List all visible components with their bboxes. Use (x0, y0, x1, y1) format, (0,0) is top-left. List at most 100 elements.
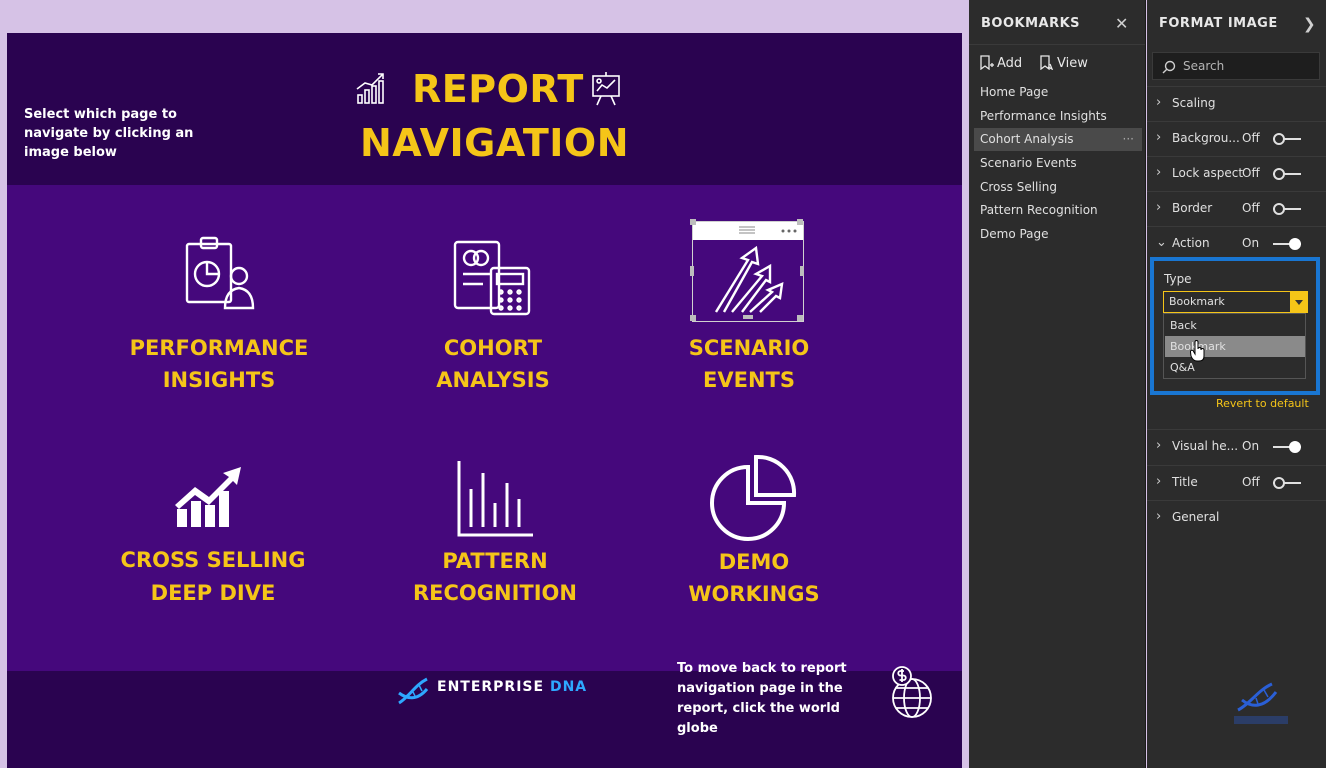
instruction-text: Select which page to navigate by clickin… (24, 107, 194, 160)
nav-tile-label-line1: COHORT (443, 336, 543, 360)
section-label: Border (1172, 201, 1213, 215)
nav-tile-label-line1: PATTERN (442, 549, 548, 573)
nav-tile-label-line1: DEMO (718, 550, 790, 574)
more-options-icon[interactable]: ··· (1123, 128, 1134, 151)
resize-handle[interactable] (690, 315, 696, 321)
resize-handle[interactable] (690, 266, 694, 276)
close-icon[interactable]: ✕ (1115, 14, 1128, 33)
section-label: Action (1172, 236, 1210, 250)
selected-visual-frame[interactable] (690, 219, 804, 322)
brand-main: ENTERPRISE (437, 679, 550, 695)
chevron-right-icon: › (1156, 95, 1162, 110)
section-scaling[interactable]: › Scaling (1147, 86, 1326, 120)
section-visual-header[interactable]: › Visual he... On (1147, 429, 1326, 463)
section-lock-aspect[interactable]: › Lock aspect Off (1147, 156, 1326, 190)
visual-header-toggle[interactable] (1273, 441, 1301, 453)
type-dropdown-list: Back Bookmark Q&A (1163, 313, 1306, 379)
bookmark-item-demo-page[interactable]: Demo Page (974, 223, 1142, 246)
chevron-right-icon: › (1156, 438, 1162, 453)
nav-tile-cohort-analysis[interactable]: COHORT ANALYSIS (373, 228, 613, 428)
section-label: Backgrou... (1172, 131, 1240, 145)
section-background[interactable]: › Backgrou... Off (1147, 121, 1326, 155)
title-toggle[interactable] (1273, 477, 1301, 489)
section-title[interactable]: › Title Off (1147, 465, 1326, 499)
add-bookmark-button[interactable]: Add (979, 55, 1022, 71)
subscribe-logo-icon (1234, 682, 1288, 724)
section-border[interactable]: › Border Off (1147, 191, 1326, 225)
section-label: Scaling (1172, 96, 1216, 110)
bookmark-item-scenario-events[interactable]: Scenario Events (974, 152, 1142, 175)
section-action[interactable]: ⌄ Action On (1147, 226, 1326, 260)
view-label: View (1057, 56, 1088, 71)
report-title-line1: REPORT (412, 67, 584, 111)
nav-tile-label-line2: WORKINGS (688, 582, 820, 606)
chevron-down-icon[interactable] (1290, 291, 1308, 313)
brand-accent: DNA (549, 679, 588, 695)
footer-instruction: To move back to report navigation page i… (677, 661, 847, 736)
option-back[interactable]: Back (1165, 315, 1305, 336)
nav-tile-label-line1: PERFORMANCE (129, 336, 309, 360)
dna-logo-icon (398, 677, 429, 705)
bookmarks-panel: BOOKMARKS ✕ Add View Home Page Performan… (969, 0, 1146, 768)
section-label: Lock aspect (1172, 166, 1244, 180)
chevron-right-icon: › (1156, 474, 1162, 489)
chevron-down-icon: ⌄ (1156, 235, 1167, 250)
bar-chart-icon (457, 461, 533, 537)
view-bookmark-button[interactable]: View (1039, 55, 1088, 71)
hand-cursor-icon (1190, 340, 1205, 362)
section-general[interactable]: › General (1147, 500, 1326, 534)
bookmark-item-cross-selling[interactable]: Cross Selling (974, 176, 1142, 199)
chevron-right-icon: › (1156, 509, 1162, 524)
bookmarks-title: BOOKMARKS (981, 16, 1081, 31)
resize-handle[interactable] (800, 266, 804, 276)
nav-tile-label-line2: EVENTS (703, 368, 795, 392)
chevron-right-icon: › (1156, 130, 1162, 145)
nav-tile-label-line2: RECOGNITION (413, 581, 577, 605)
background-toggle[interactable] (1273, 133, 1301, 145)
pie-chart-icon (710, 454, 797, 541)
trend-up-bars-icon (175, 467, 241, 527)
search-box[interactable] (1152, 52, 1320, 80)
toggle-state: On (1242, 236, 1260, 250)
resize-handle[interactable] (743, 315, 753, 319)
section-label: General (1172, 510, 1220, 524)
bookmark-item-performance-insights[interactable]: Performance Insights (974, 105, 1142, 128)
nav-tile-label-line1: SCENARIO (688, 336, 810, 360)
add-label: Add (997, 56, 1023, 71)
resize-handle[interactable] (797, 219, 803, 225)
chevron-right-icon: › (1156, 165, 1162, 180)
search-input[interactable] (1183, 57, 1313, 75)
chevron-right-icon: › (1156, 200, 1162, 215)
bookmark-item-cohort-analysis[interactable]: Cohort Analysis ··· (974, 128, 1142, 151)
nav-tile-label-line2: INSIGHTS (162, 368, 276, 392)
line-chart-icon (356, 73, 384, 104)
type-select-value: Bookmark (1169, 295, 1225, 308)
resize-handle[interactable] (690, 219, 696, 225)
bookmarks-toolbar: Add View (969, 44, 1145, 78)
nav-tile-cross-selling[interactable]: CROSS SELLING DEEP DIVE (93, 453, 333, 653)
option-qna[interactable]: Q&A (1165, 357, 1305, 378)
section-label: Visual he... (1172, 439, 1239, 453)
resize-handle[interactable] (797, 315, 803, 321)
bookmark-item-home-page[interactable]: Home Page (974, 81, 1142, 104)
chevron-right-icon[interactable]: ❯ (1303, 15, 1316, 33)
drag-handle-icon[interactable] (739, 226, 755, 234)
toggle-state: Off (1242, 475, 1260, 489)
type-select[interactable]: Bookmark (1163, 291, 1308, 313)
nav-tile-label-line2: ANALYSIS (436, 368, 550, 392)
more-options-icon[interactable] (781, 229, 797, 233)
globe-icon[interactable] (884, 664, 934, 720)
nav-tile-performance-insights[interactable]: PERFORMANCE INSIGHTS (99, 228, 339, 428)
nav-tile-label-line1: CROSS SELLING (120, 548, 306, 572)
nav-tile-demo-workings[interactable]: DEMO WORKINGS (634, 453, 874, 653)
action-toggle[interactable] (1273, 238, 1301, 250)
revert-to-default-link[interactable]: Revert to default (1216, 397, 1309, 410)
calculator-document-icon (453, 240, 531, 316)
border-toggle[interactable] (1273, 203, 1301, 215)
toggle-state: Off (1242, 166, 1260, 180)
nav-tile-pattern-recognition[interactable]: PATTERN RECOGNITION (375, 453, 615, 653)
option-bookmark[interactable]: Bookmark (1165, 336, 1305, 357)
toggle-state: Off (1242, 201, 1260, 215)
bookmark-item-pattern-recognition[interactable]: Pattern Recognition (974, 199, 1142, 222)
lock-aspect-toggle[interactable] (1273, 168, 1301, 180)
